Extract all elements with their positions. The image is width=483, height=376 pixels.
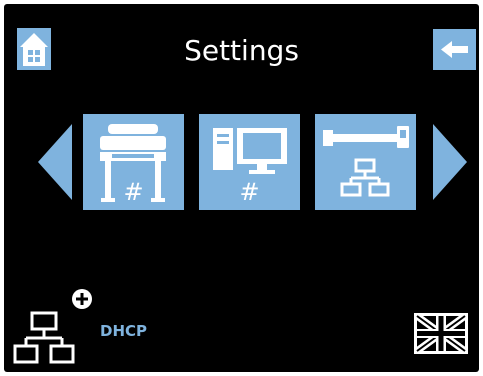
network-icon bbox=[323, 126, 409, 197]
computer-settings-tile[interactable]: # bbox=[199, 114, 300, 210]
language-button[interactable] bbox=[414, 313, 468, 354]
printer-tile-label: # bbox=[123, 178, 144, 206]
uk-flag-icon bbox=[414, 313, 468, 354]
settings-screen: Settings # # DHCP bbox=[4, 4, 479, 372]
network-add-icon bbox=[13, 289, 92, 364]
back-arrow-icon bbox=[441, 41, 468, 58]
next-button[interactable] bbox=[433, 124, 467, 200]
chevron-right-icon bbox=[433, 124, 467, 200]
network-add-button[interactable] bbox=[12, 289, 102, 369]
page-title: Settings bbox=[184, 34, 299, 67]
computer-tile-label: # bbox=[239, 178, 260, 206]
back-button[interactable] bbox=[433, 29, 476, 70]
previous-button[interactable] bbox=[38, 124, 72, 200]
printer-settings-tile[interactable]: # bbox=[83, 114, 184, 210]
network-settings-tile[interactable] bbox=[315, 114, 416, 210]
chevron-left-icon bbox=[38, 124, 72, 200]
dhcp-label: DHCP bbox=[100, 322, 148, 340]
